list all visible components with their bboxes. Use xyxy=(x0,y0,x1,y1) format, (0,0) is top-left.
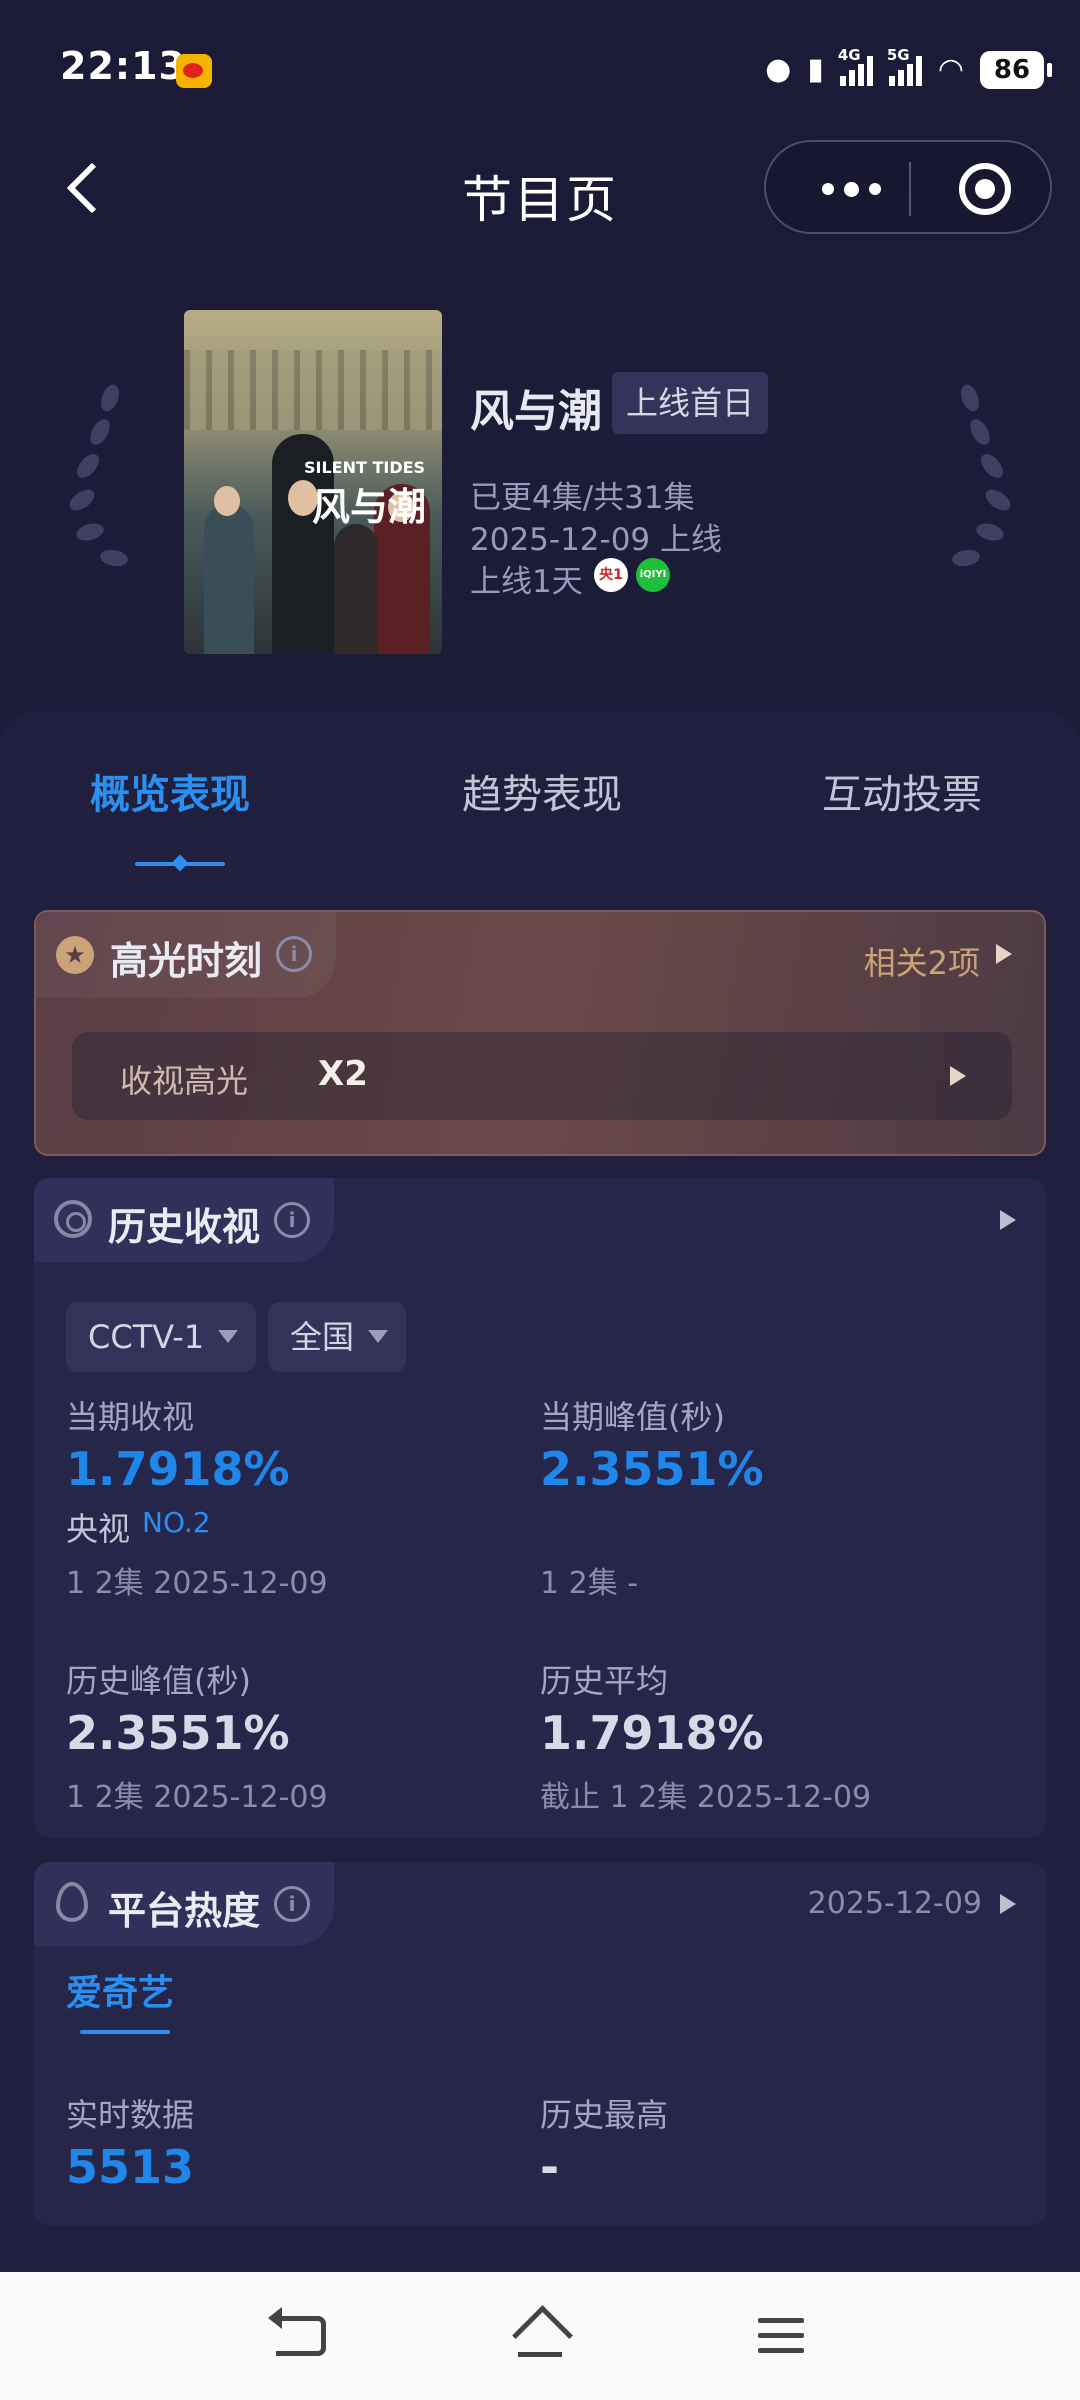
historical-max-value: - xyxy=(540,2140,560,2194)
heat-title: 平台热度 xyxy=(108,1889,261,1933)
ratings-highlight-value: X2 xyxy=(318,1054,368,1094)
status-bar: 22:13 ● ▮ 4G 5G ◠ 86 xyxy=(0,0,1080,140)
channel-dropdown-value: CCTV-1 xyxy=(88,1318,205,1356)
poster-figure xyxy=(204,504,254,654)
current-rating-value: 1.7918% xyxy=(66,1442,290,1496)
highlights-card: ★ 高光时刻 i 相关2项 收视高光 X2 xyxy=(34,910,1046,1156)
vibrate-icon: ▮ xyxy=(807,52,824,87)
days-online: 上线1天 xyxy=(470,564,583,600)
tab-overview[interactable]: 概览表现 xyxy=(90,762,250,820)
current-peak-value: 2.3551% xyxy=(540,1442,764,1496)
arrow-right-icon[interactable] xyxy=(996,944,1012,964)
show-poster[interactable]: SILENT TIDES 风与潮 xyxy=(184,310,442,654)
poster-figure xyxy=(334,524,378,654)
historical-average-value: 1.7918% xyxy=(540,1706,764,1760)
system-home-icon[interactable] xyxy=(514,2312,566,2358)
signal-5g-icon: 5G xyxy=(887,46,922,86)
historical-peak-label: 历史峰值(秒) xyxy=(66,1662,251,1700)
capsule-divider xyxy=(909,162,911,216)
heat-date[interactable]: 2025-12-09 xyxy=(808,1886,982,1921)
region-dropdown[interactable]: 全国 xyxy=(268,1302,407,1372)
region-dropdown-value: 全国 xyxy=(290,1318,355,1356)
highlights-related-link[interactable]: 相关2项 xyxy=(864,938,980,984)
platform-tab-iqiyi[interactable]: 爱奇艺 xyxy=(66,1964,174,2016)
system-back-icon[interactable] xyxy=(268,2307,326,2356)
nav-bar: 节目页 xyxy=(0,140,1080,240)
info-icon[interactable]: i xyxy=(274,1886,310,1922)
iqiyi-icon: iQIYI xyxy=(636,558,670,592)
status-icons: ● ▮ 4G 5G ◠ 86 xyxy=(765,46,1052,92)
historical-average-sub: 截止 1 2集 2025-12-09 xyxy=(540,1780,872,1815)
historical-peak-sub: 1 2集 2025-12-09 xyxy=(66,1780,328,1815)
first-day-badge: 上线首日 xyxy=(612,372,769,434)
info-icon[interactable]: i xyxy=(276,936,312,972)
show-title: 风与潮 xyxy=(470,386,602,437)
channel-dropdown[interactable]: CCTV-1 xyxy=(66,1302,257,1372)
location-icon: ● xyxy=(765,52,792,87)
caret-down-icon xyxy=(368,1330,389,1343)
more-icon[interactable] xyxy=(806,179,896,199)
flame-icon xyxy=(56,1882,88,1922)
signal-5g-label: 5G xyxy=(886,46,910,64)
miniapp-capsule xyxy=(764,140,1052,234)
platform-tab-indicator xyxy=(80,2030,170,2034)
arrow-right-icon[interactable] xyxy=(1000,1210,1016,1230)
current-rating-label: 当期收视 xyxy=(66,1398,195,1436)
info-icon[interactable]: i xyxy=(274,1202,310,1238)
weibo-notification-icon xyxy=(176,54,212,88)
battery-icon: 86 xyxy=(980,51,1052,89)
realtime-label: 实时数据 xyxy=(66,2096,195,2134)
laurel-right-icon xyxy=(930,380,1020,580)
laurel-left-icon xyxy=(60,380,150,580)
cctv1-icon: 央1 xyxy=(594,558,628,592)
ratings-highlight-label: 收视高光 xyxy=(120,1062,249,1100)
system-menu-icon[interactable] xyxy=(758,2316,804,2356)
tab-vote[interactable]: 互动投票 xyxy=(822,762,982,820)
close-miniapp-icon[interactable] xyxy=(959,163,1011,215)
current-peak-sub: 1 2集 - xyxy=(540,1566,639,1601)
system-nav-bar xyxy=(0,2272,1080,2400)
rank-label: 央视 xyxy=(66,1510,131,1548)
ratings-title: 历史收视 xyxy=(108,1205,261,1249)
poster-face xyxy=(214,486,240,516)
signal-4g-icon: 4G xyxy=(838,46,873,86)
poster-title-cn: 风与潮 xyxy=(312,485,427,529)
tab-trend[interactable]: 趋势表现 xyxy=(462,762,622,820)
program-page: 22:13 ● ▮ 4G 5G ◠ 86 节目页 SILENT TIDES 风与… xyxy=(0,0,1080,2400)
platform-heat-card: 平台热度 i 2025-12-09 爱奇艺 实时数据 5513 历史最高 - xyxy=(34,1862,1046,2226)
caret-down-icon xyxy=(218,1330,239,1343)
historical-ratings-card: 历史收视 i CCTV-1 全国 当期收视 1.7918% 央视 NO.2 1 … xyxy=(34,1178,1046,1838)
current-peak-label: 当期峰值(秒) xyxy=(540,1398,725,1436)
film-reel-icon xyxy=(54,1200,92,1238)
signal-4g-label: 4G xyxy=(837,46,861,64)
historical-peak-value: 2.3551% xyxy=(66,1706,290,1760)
arrow-right-icon[interactable] xyxy=(1000,1894,1016,1914)
arrow-right-icon xyxy=(950,1066,966,1086)
poster-background xyxy=(184,350,442,430)
episode-count: 已更4集/共31集 xyxy=(470,480,695,516)
historical-max-label: 历史最高 xyxy=(540,2096,669,2134)
current-rating-sub: 1 2集 2025-12-09 xyxy=(66,1566,328,1601)
rank-value: NO.2 xyxy=(142,1506,211,1539)
highlights-title: 高光时刻 xyxy=(110,939,263,983)
wifi-icon: ◠ xyxy=(937,52,964,87)
historical-average-label: 历史平均 xyxy=(540,1662,669,1700)
realtime-value: 5513 xyxy=(66,2140,195,2194)
status-time: 22:13 xyxy=(60,44,186,88)
star-badge-icon: ★ xyxy=(56,936,94,974)
release-date: 2025-12-09 上线 xyxy=(470,522,723,558)
ratings-highlight-row[interactable]: 收视高光 X2 xyxy=(72,1032,1012,1120)
poster-title-en: SILENT TIDES xyxy=(304,458,426,477)
active-tab-indicator xyxy=(135,862,225,866)
